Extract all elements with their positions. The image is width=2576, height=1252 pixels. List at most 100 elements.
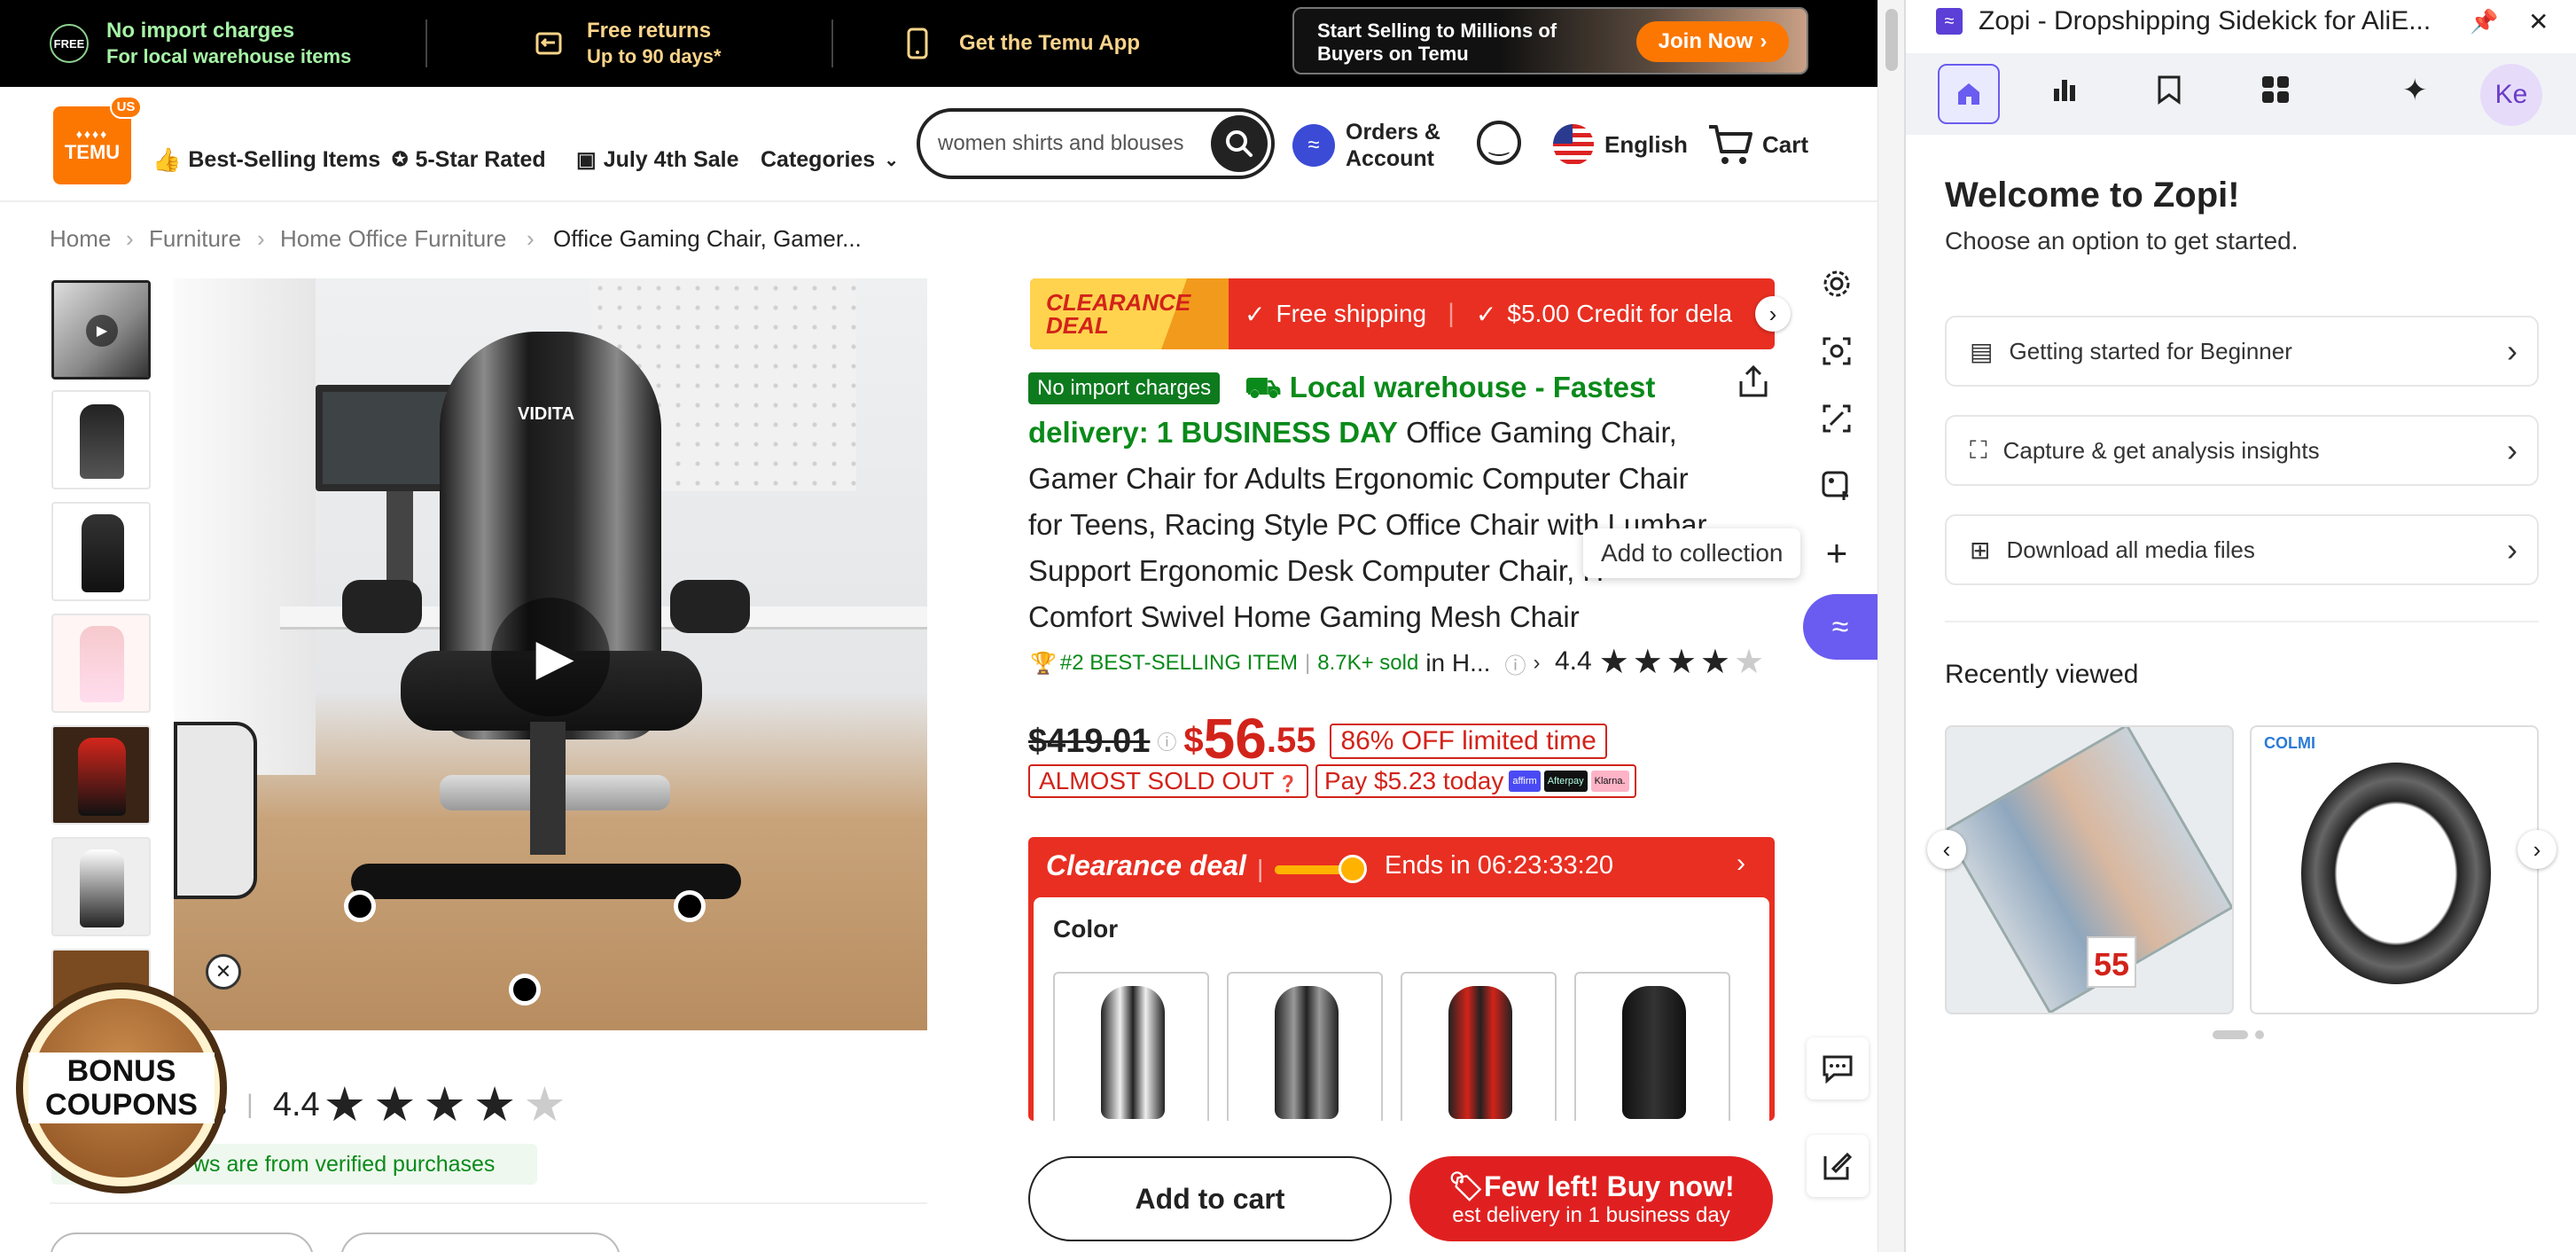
add-to-collection-button[interactable]: +	[1808, 525, 1865, 582]
add-image-button[interactable]	[1808, 458, 1865, 514]
klarna-logo: Klarna.	[1590, 771, 1629, 792]
carousel-prev-button[interactable]: ‹	[1927, 830, 1966, 869]
thumbnail-image[interactable]	[51, 614, 151, 713]
get-app-banner[interactable]: Get the Temu App	[906, 0, 1140, 87]
truck-icon: ⛟	[1245, 371, 1290, 403]
rating-stars: ★★★★★	[323, 1078, 574, 1131]
best-selling-row[interactable]: 🏆 #2 BEST-SELLING ITEM | 8.7K+ sold in H…	[1030, 646, 1540, 681]
settings-button[interactable]	[1808, 255, 1865, 312]
option-getting-started[interactable]: ▤ Getting started for Beginner ›	[1945, 316, 2539, 387]
search-input[interactable]: women shirts and blouses	[938, 131, 1211, 156]
promo-next-button[interactable]: ›	[1755, 296, 1791, 332]
breadcrumb-furniture[interactable]: Furniture	[149, 225, 241, 253]
chat-button[interactable]	[1807, 1037, 1869, 1099]
home-tab[interactable]	[1938, 64, 2000, 124]
thumbnail-video[interactable]: ▶	[51, 280, 151, 380]
main-product-image[interactable]: VIDITA ▶ ✕	[174, 278, 927, 1030]
analytics-tab[interactable]	[2051, 76, 2078, 107]
close-icon[interactable]: ✕	[2528, 7, 2549, 36]
reviews-summary[interactable]: ws | 4.4 ★★★★★	[184, 1080, 574, 1130]
rating-value: 4.4	[1555, 646, 1592, 676]
thumbnail-image[interactable]	[51, 725, 151, 825]
ai-tab[interactable]: ✦	[2402, 73, 2428, 108]
scrollbar-thumb[interactable]	[1885, 9, 1898, 71]
nav-best-selling[interactable]: 👍 Best-Selling Items	[152, 140, 380, 179]
recent-product-card[interactable]: 55	[1945, 725, 2234, 1014]
orders-account[interactable]: ≈ Orders & Account	[1292, 117, 1440, 174]
no-import-title: No import charges	[106, 19, 295, 43]
title-line: Office Gaming Chair,	[1406, 416, 1677, 449]
search-button[interactable]	[1211, 115, 1268, 172]
chevron-right-icon: ›	[2507, 531, 2517, 567]
chevron-right-icon: ›	[1760, 29, 1768, 53]
country-badge: US	[110, 96, 142, 119]
pay-later-badge[interactable]: Pay $5.23 today affirm Afterpay Klarna.	[1315, 764, 1636, 798]
breadcrumb-home[interactable]: Home	[50, 225, 111, 253]
search-bar[interactable]: women shirts and blouses	[917, 108, 1275, 179]
color-option[interactable]	[1227, 972, 1383, 1121]
clearance-deal-box: Clearance deal | Ends in 06:23:33:20 › C…	[1028, 837, 1775, 1121]
saved-tab[interactable]	[2156, 74, 2182, 109]
nav-categories[interactable]: Categories ⌄	[761, 140, 899, 179]
sold-count: 8.7K+ sold	[1317, 651, 1419, 675]
zopi-launcher[interactable]: ≈	[1803, 594, 1877, 660]
language-selector[interactable]: English	[1553, 124, 1688, 165]
grid-icon	[2262, 76, 2289, 103]
nav-label: Best-Selling Items	[188, 146, 381, 172]
page-scrollbar[interactable]	[1877, 0, 1904, 1252]
pin-icon[interactable]: 📌	[2470, 8, 2498, 35]
thumbnail-image[interactable]	[51, 502, 151, 601]
no-import-banner[interactable]: FREE No import charges For local warehou…	[50, 0, 351, 87]
cart-button[interactable]: Cart	[1707, 122, 1808, 167]
bonus-line1: BONUS	[66, 1054, 176, 1088]
review-filter-chip[interactable]	[50, 1232, 314, 1252]
gear-icon	[1823, 270, 1850, 297]
support-button[interactable]: ‿	[1477, 121, 1521, 165]
zopi-logo-icon: ≈	[1831, 609, 1849, 644]
breadcrumb-current: Office Gaming Chair, Gamer...	[553, 225, 862, 252]
buy-now-button[interactable]: 🏷Few left! Buy now! est delivery in 1 bu…	[1409, 1156, 1773, 1241]
screenshot-button[interactable]	[1808, 323, 1865, 380]
nav-five-star[interactable]: ✪ 5-Star Rated	[392, 140, 546, 179]
bonus-coupons-badge[interactable]: BONUS COUPONS	[16, 982, 227, 1193]
nav-label: Categories	[761, 146, 876, 172]
join-now-button[interactable]: Join Now ›	[1636, 21, 1789, 62]
color-option[interactable]	[1053, 972, 1209, 1121]
thumbs-up-icon: 👍	[152, 145, 182, 173]
breadcrumb-home-office[interactable]: Home Office Furniture	[280, 225, 506, 253]
apps-tab[interactable]	[2260, 74, 2291, 109]
smart-ring-image	[2301, 763, 2491, 984]
add-to-cart-button[interactable]: Add to cart	[1028, 1156, 1392, 1241]
returns-icon	[535, 32, 562, 55]
capture-area-button[interactable]	[1808, 390, 1865, 447]
user-avatar[interactable]: Ke	[2480, 64, 2542, 126]
title-line: Comfort Swivel Home Gaming Mesh Chair	[1028, 600, 1580, 633]
free-returns-banner[interactable]: Free returns Up to 90 days*	[534, 0, 722, 87]
nav-july-sale[interactable]: ▣ July 4th Sale	[576, 140, 739, 179]
option-capture-insights[interactable]: ⛶ Capture & get analysis insights ›	[1945, 415, 2539, 486]
color-option[interactable]	[1401, 972, 1557, 1121]
option-label: Download all media files	[2006, 536, 2255, 563]
site-header: ♦♦♦♦ TEMU US 👍 Best-Selling Items ✪ 5-Star…	[0, 87, 1877, 202]
sell-on-temu-banner[interactable]: Start Selling to Millions of Buyers on T…	[1292, 7, 1808, 74]
chair-brand-logo: VIDITA	[518, 404, 575, 424]
recent-product-card[interactable]: COLMI	[2250, 725, 2539, 1014]
category-rank: in H...	[1425, 649, 1491, 677]
share-button[interactable]	[1734, 362, 1773, 401]
rating-stars: ★★★★★	[1598, 643, 1768, 681]
rating-row[interactable]: 4.4 ★★★★★	[1555, 642, 1768, 681]
promo-strip[interactable]: CLEARANCE DEAL ✓ Free shipping | ✓ $5.00…	[1030, 278, 1775, 349]
color-option[interactable]	[1574, 972, 1730, 1121]
free-returns-sub: Up to 90 days*	[587, 45, 722, 67]
star-badge-icon: ✪	[392, 148, 409, 170]
thumbnail-image[interactable]	[51, 390, 151, 489]
deal-close-button[interactable]: ›	[1723, 846, 1759, 881]
verified-text: ws are from verified purchases	[193, 1152, 496, 1177]
play-button[interactable]: ▶	[491, 598, 610, 716]
thumbnail-image[interactable]	[51, 837, 151, 936]
option-download-media[interactable]: ⊞ Download all media files ›	[1945, 514, 2539, 585]
feedback-button[interactable]	[1807, 1135, 1869, 1197]
close-video-button[interactable]: ✕	[206, 954, 241, 990]
carousel-next-button[interactable]: ›	[2517, 830, 2556, 869]
review-filter-chip[interactable]	[340, 1232, 621, 1252]
